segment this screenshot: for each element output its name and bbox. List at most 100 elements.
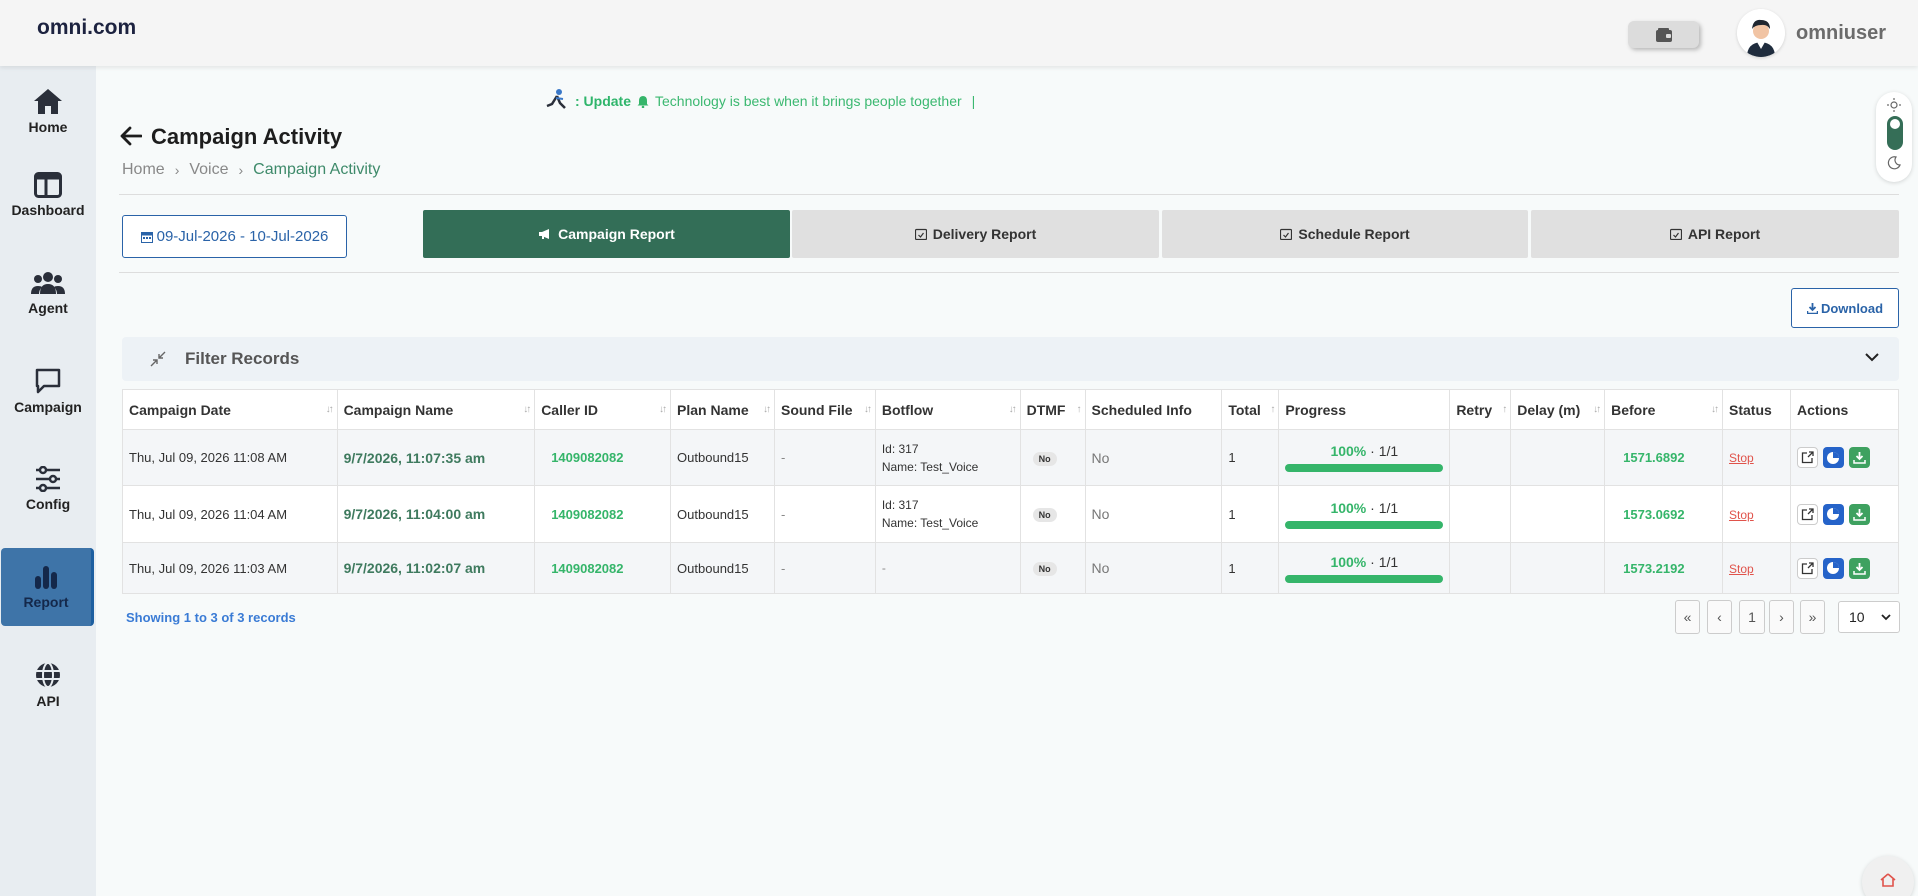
username[interactable]: omniuser <box>1796 22 1886 45</box>
theme-toggle[interactable] <box>1876 92 1912 182</box>
first-page-button[interactable]: « <box>1675 600 1700 634</box>
breadcrumb: Home › Voice › Campaign Activity <box>122 161 380 179</box>
breadcrumb-home[interactable]: Home <box>122 161 165 179</box>
pie-chart-icon <box>1827 451 1840 464</box>
chart-button[interactable] <box>1822 447 1844 468</box>
sort-icon: ↓↑ <box>1593 404 1601 415</box>
sort-icon: ↓↑ <box>325 404 334 415</box>
cell-retry <box>1449 429 1512 486</box>
share-button[interactable] <box>1796 447 1818 468</box>
sidebar-item-api[interactable]: API <box>0 646 96 724</box>
cell-status: Stop <box>1722 542 1791 594</box>
sidebar-item-label: Campaign <box>14 399 82 415</box>
cell-before: 1573.2192 <box>1604 542 1724 594</box>
next-page-button[interactable]: › <box>1769 600 1794 634</box>
col-caller-id[interactable]: Caller ID ↓↑ <box>534 389 672 430</box>
sidebar-item-dashboard[interactable]: Dashboard <box>0 156 96 234</box>
sidebar-item-label: API <box>36 693 60 709</box>
cell-caller-id: 1409082082 <box>534 542 672 594</box>
campaign-table: Campaign Date ↓↑ Campaign Name ↓↑ Caller I… <box>122 389 1900 594</box>
page-size-select[interactable]: 10 <box>1838 601 1900 633</box>
divider <box>119 194 1899 195</box>
toggle-knob <box>1887 116 1903 150</box>
cell-dtmf: No <box>1019 485 1086 543</box>
col-delay[interactable]: Delay (m) ↓↑ <box>1510 389 1606 430</box>
progress-bar <box>1285 574 1444 583</box>
tab-api-report[interactable]: API Report <box>1531 210 1899 258</box>
download-button[interactable]: Download <box>1791 288 1899 328</box>
chart-button[interactable] <box>1822 503 1844 525</box>
chevron-right-icon: › <box>238 162 244 178</box>
tab-campaign-report[interactable]: Campaign Report <box>423 210 790 258</box>
page-1-button[interactable]: 1 <box>1739 600 1765 634</box>
running-person-icon <box>546 89 566 109</box>
calendar-check-icon <box>914 228 927 240</box>
download-icon <box>1806 302 1818 314</box>
prev-page-button[interactable]: ‹ <box>1707 600 1732 634</box>
ticker-text: Technology is best when it brings people… <box>655 93 962 109</box>
cell-campaign-name[interactable]: 9/7/2026, 11:04:00 am <box>336 485 536 543</box>
brand-logo[interactable]: omni.com <box>37 16 136 40</box>
download-row-button[interactable] <box>1848 447 1870 468</box>
page-size-value: 10 <box>1849 609 1865 625</box>
col-actions: Actions <box>1789 389 1900 430</box>
dtmf-badge: No <box>1032 508 1057 522</box>
cell-plan: Outbound15 <box>670 542 775 594</box>
breadcrumb-current: Campaign Activity <box>253 161 381 178</box>
calendar-check-icon <box>1280 228 1293 240</box>
cell-progress: 100% · 1/1 <box>1278 429 1451 486</box>
user-avatar-icon <box>1737 9 1785 57</box>
sidebar-item-label: Agent <box>28 300 68 316</box>
stop-link[interactable]: Stop <box>1729 562 1754 576</box>
col-dtmf[interactable]: DTMF ↑ <box>1019 389 1086 430</box>
col-before[interactable]: Before ↓↑ <box>1604 389 1724 430</box>
share-icon <box>1801 561 1814 574</box>
date-range-picker[interactable]: 09-Jul-2026 - 10-Jul-2026 <box>122 215 347 258</box>
share-button[interactable] <box>1796 557 1818 579</box>
cell-botflow: Id: 317 Name: Test_Voice <box>874 429 1021 486</box>
avatar[interactable] <box>1737 9 1785 57</box>
sidebar-item-label: Report <box>23 594 69 610</box>
cell-progress: 100% · 1/1 <box>1278 542 1451 594</box>
sidebar-item-agent[interactable]: Agent <box>0 254 96 332</box>
wallet-button[interactable] <box>1628 21 1699 48</box>
col-sound-file[interactable]: Sound File ↓↑ <box>773 389 876 430</box>
col-campaign-name[interactable]: Campaign Name ↓↑ <box>336 389 536 430</box>
chevron-down-icon[interactable] <box>1864 351 1880 363</box>
chart-button[interactable] <box>1822 557 1844 579</box>
col-scheduled-info: Scheduled Info <box>1084 389 1223 430</box>
breadcrumb-voice[interactable]: Voice <box>189 161 228 179</box>
stop-link[interactable]: Stop <box>1729 451 1754 465</box>
cell-campaign-name[interactable]: 9/7/2026, 11:02:07 am <box>336 542 536 594</box>
sidebar-item-report[interactable]: Report <box>1 548 94 626</box>
cell-date: Thu, Jul 09, 2026 11:08 AM <box>122 429 338 486</box>
download-row-button[interactable] <box>1848 557 1870 579</box>
col-retry[interactable]: Retry ↑ <box>1449 389 1512 430</box>
cell-delay <box>1510 485 1606 543</box>
cell-campaign-name[interactable]: 9/7/2026, 11:07:35 am <box>336 429 536 486</box>
tab-delivery-report[interactable]: Delivery Report <box>792 210 1159 258</box>
tab-schedule-report[interactable]: Schedule Report <box>1162 210 1528 258</box>
back-arrow-icon[interactable] <box>120 126 142 146</box>
table-row: Thu, Jul 09, 2026 11:04 AM 9/7/2026, 11:… <box>122 485 1900 543</box>
col-campaign-date[interactable]: Campaign Date ↓↑ <box>122 389 338 430</box>
col-plan-name[interactable]: Plan Name ↓↑ <box>670 389 775 430</box>
page-title: Campaign Activity <box>151 124 343 149</box>
cell-total: 1 <box>1221 429 1280 486</box>
sidebar-item-home[interactable]: Home <box>0 72 96 150</box>
last-page-button[interactable]: » <box>1800 600 1825 634</box>
agent-icon <box>31 272 65 294</box>
sidebar-item-campaign[interactable]: Campaign <box>0 352 96 430</box>
sidebar: Home Dashboard Agent Campaign Config Rep… <box>0 66 96 896</box>
col-botflow[interactable]: Botflow ↓↑ <box>874 389 1021 430</box>
download-row-button[interactable] <box>1848 503 1870 525</box>
home-icon <box>1880 873 1896 887</box>
home-fab-button[interactable] <box>1862 856 1914 896</box>
sort-icon: ↓↑ <box>1008 404 1017 415</box>
sidebar-item-config[interactable]: Config <box>0 450 96 528</box>
col-total[interactable]: Total ↑ <box>1221 389 1280 430</box>
date-range-label: 09-Jul-2026 - 10-Jul-2026 <box>156 228 329 245</box>
filter-records-toggle[interactable]: Filter Records <box>122 337 1899 381</box>
share-button[interactable] <box>1796 503 1818 525</box>
stop-link[interactable]: Stop <box>1729 508 1754 522</box>
